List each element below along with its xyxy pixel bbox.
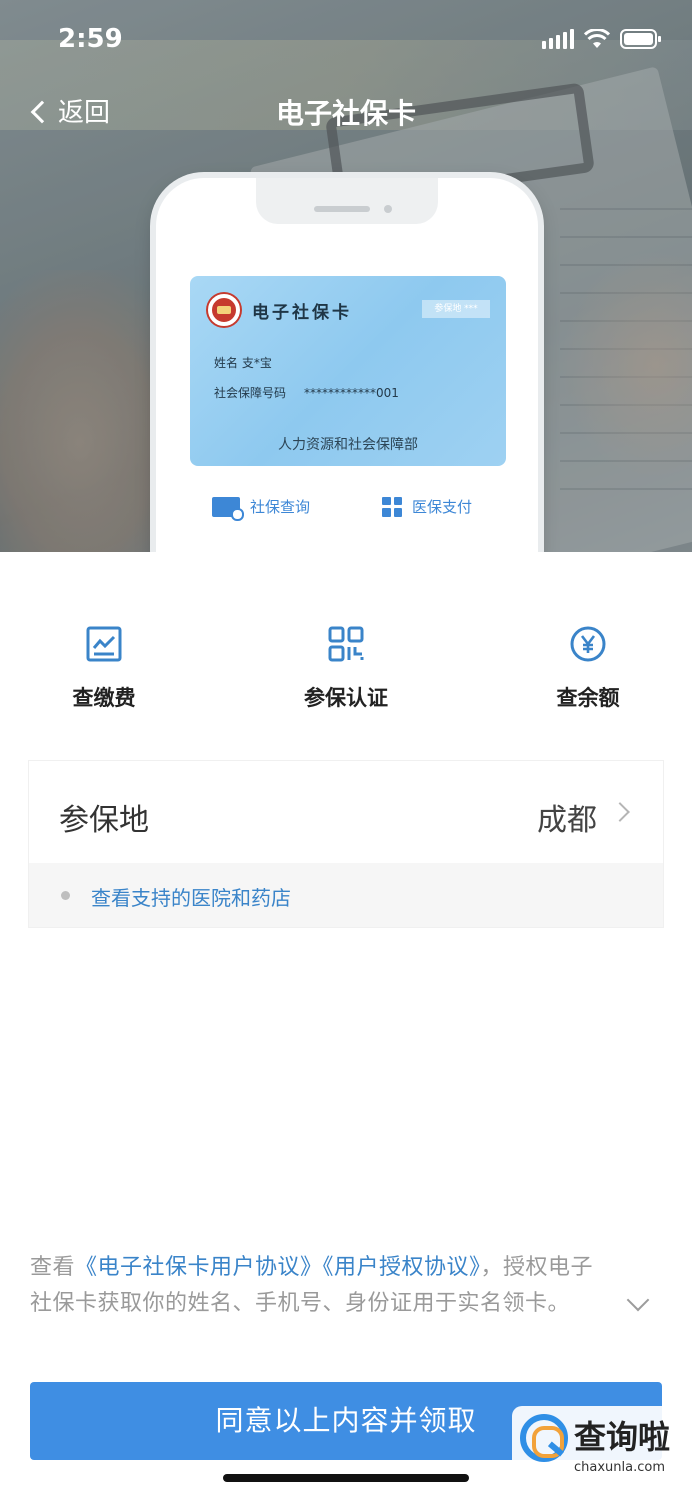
hero-banner: 2:59 返回 电子社保卡 电子社保卡 参保地 *** 姓名 支*宝 社会保障号… (0, 0, 692, 552)
watermark-url: chaxunla.com (574, 1460, 665, 1475)
watermark-logo-icon (520, 1414, 568, 1462)
preview-social-query: 社保查询 (212, 496, 311, 521)
social-security-card: 电子社保卡 参保地 *** 姓名 支*宝 社会保障号码 ************0… (190, 276, 506, 466)
home-indicator (223, 1474, 469, 1482)
supported-hospitals-row: 查看支持的医院和药店 (29, 863, 663, 927)
agreement-text: 查看《电子社保卡用户协议》《用户授权协议》，授权电子社保卡获取你的姓名、手机号、… (30, 1250, 600, 1322)
insured-location-card: 参保地 成都 查看支持的医院和药店 (28, 760, 664, 928)
status-time: 2:59 (58, 24, 123, 54)
insured-location-value: 成都 (537, 803, 597, 838)
emblem-icon (208, 294, 240, 326)
supported-hospitals-link[interactable]: 查看支持的医院和药店 (91, 882, 291, 911)
card-number-label: 社会保障号码 (214, 386, 287, 400)
card-issuer: 人力资源和社会保障部 (278, 437, 418, 453)
card-holder-name: 姓名 支*宝 (214, 356, 272, 370)
insurance-auth-label: 参保认证 (304, 686, 388, 710)
id-card-icon (212, 496, 244, 521)
watermark-text: 查询啦 (574, 1418, 671, 1456)
watermark: 查询啦 chaxunla.com (512, 1406, 690, 1490)
phone-speaker (314, 206, 370, 212)
insured-location-label: 参保地 (59, 803, 149, 838)
page-title: 电子社保卡 (275, 97, 416, 130)
insured-location-row[interactable]: 参保地 成都 (29, 761, 663, 863)
preview-medical-pay-label: 医保支付 (412, 498, 473, 516)
chevron-right-icon (610, 802, 630, 822)
battery-icon (620, 28, 662, 50)
quick-actions: 查缴费 参保认证 查余额 (0, 620, 692, 720)
chart-icon (24, 620, 184, 668)
query-payment-button[interactable]: 查缴费 (24, 620, 184, 712)
insurance-auth-button[interactable]: 参保认证 (266, 620, 426, 712)
chevron-down-icon[interactable] (626, 1288, 650, 1312)
user-agreement-link[interactable]: 《电子社保卡用户协议》 (75, 1255, 323, 1280)
query-balance-label: 查余额 (556, 686, 620, 710)
card-title: 电子社保卡 (252, 303, 352, 323)
yuan-icon (508, 620, 668, 668)
card-number-value: ************001 (304, 386, 399, 400)
qr-code-icon (382, 496, 402, 517)
signal-icon (542, 29, 574, 49)
phone-camera (384, 205, 392, 213)
authorization-agreement-link[interactable]: 《用户授权协议》 (323, 1255, 481, 1280)
card-region-tag: 参保地 *** (422, 300, 490, 318)
agreement-prefix: 查看 (30, 1255, 76, 1280)
phone-side-button (538, 300, 544, 370)
card-number-line: 社会保障号码 ************001 (214, 384, 399, 401)
status-icons (542, 28, 662, 50)
qr-icon (266, 620, 426, 668)
phone-illustration: 电子社保卡 参保地 *** 姓名 支*宝 社会保障号码 ************0… (156, 178, 538, 552)
query-payment-label: 查缴费 (72, 686, 136, 710)
preview-social-query-label: 社保查询 (250, 498, 311, 516)
query-balance-button[interactable]: 查余额 (508, 620, 668, 712)
phone-notch (256, 178, 438, 224)
bullet-dot (61, 891, 70, 900)
preview-medical-pay: 医保支付 (382, 496, 472, 517)
wifi-icon (584, 29, 610, 49)
